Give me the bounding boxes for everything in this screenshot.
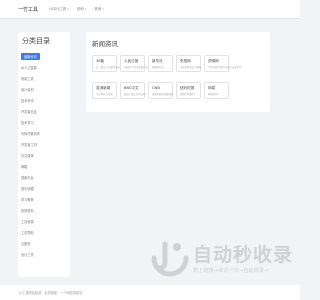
- card-title: 36氪: [96, 59, 105, 63]
- card-desc: 美国有线电视新闻网: [152, 93, 174, 96]
- sidebar-item-label: 开发者工具: [21, 143, 37, 147]
- sidebar-item-education[interactable]: 学习教育: [18, 194, 70, 205]
- card-title: BBC中文: [124, 86, 139, 90]
- nav-link-label: UEDQ工具: [49, 6, 67, 11]
- sidebar-item-label: 开发者社区: [21, 110, 37, 114]
- sidebar-item-label: 技术资讯: [21, 99, 34, 103]
- watermark-logo-icon: [151, 241, 189, 277]
- nav-link-other-2[interactable]: 其他 ▾: [94, 7, 104, 12]
- sidebar-item-label: 技术学习: [21, 121, 34, 125]
- card-title: 新华社: [152, 59, 163, 63]
- watermark-badge: 自动秒收录 数上链接→来访一次→自动收录→: [150, 238, 295, 280]
- site-card[interactable]: 央视网 中央电视台官方网站: [176, 55, 202, 72]
- footer: 以工具网站精选 · 友情链接 · 一个网站导航站: [0, 285, 300, 300]
- sidebar-title: 分类目录: [22, 37, 50, 45]
- site-brand[interactable]: 一竹工具: [18, 6, 38, 13]
- card-desc: 英国广播公司中文网: [124, 93, 146, 96]
- sidebar-item-label: 最新资讯: [21, 53, 40, 60]
- sidebar-item-code-hosting[interactable]: 代码托管协作: [18, 128, 70, 139]
- sidebar-item-label: 学习教育: [21, 198, 34, 202]
- section-title: 新闻资讯: [92, 40, 118, 48]
- footer-text: 以工具网站精选 · 友情链接 · 一个网站导航站: [19, 291, 83, 295]
- sidebar-item-tool-nav[interactable]: 工具导航: [18, 227, 70, 238]
- news-section: 新闻资讯 36氪 让一部分人先看到未来 人民日报 中国共产党中央委员会机关报 新…: [86, 32, 270, 112]
- card-title: 央视网: [180, 59, 191, 63]
- top-nav: UEDQ工具 ▾ 其他 ▾ 其他 ▾: [49, 7, 112, 12]
- sidebar-item-label: 视频平台: [21, 176, 34, 180]
- sidebar-item-label: 常用工具: [21, 77, 34, 81]
- sidebar-item-social-media[interactable]: 社交媒体: [18, 150, 70, 161]
- sidebar-item-design-work[interactable]: 设计工作: [18, 249, 70, 260]
- category-sidebar: 分类目录 最新资讯 AI人工智能 常用工具 设计素材 技术资讯 开发者社区 技术…: [18, 32, 70, 277]
- card-desc: 中央电视台官方网站: [180, 66, 202, 69]
- nav-link-label: 其他: [94, 6, 102, 11]
- sidebar-item-label: 设计素材: [21, 88, 34, 92]
- sidebar-item-tech-news[interactable]: 技术资讯: [18, 95, 70, 106]
- nav-link-other-1[interactable]: 其他 ▾: [77, 7, 87, 12]
- sidebar-list: 最新资讯 AI人工智能 常用工具 设计素材 技术资讯 开发者社区 技术学习 代码…: [18, 51, 70, 260]
- watermark-title: 自动秒收录: [193, 244, 294, 266]
- sidebar-item-dev-community[interactable]: 开发者社区: [18, 106, 70, 117]
- sidebar-item-label: 音乐收藏: [21, 187, 34, 191]
- sidebar-item-ai[interactable]: AI人工智能: [18, 62, 70, 73]
- sidebar-item-label: 工具导航: [21, 231, 34, 235]
- sidebar-item-news[interactable]: 最新资讯: [18, 51, 70, 62]
- site-card[interactable]: 网易 网易新闻: [204, 82, 229, 99]
- sidebar-item-label: 影视软件: [21, 209, 34, 213]
- card-title: 澎湃新闻: [96, 86, 111, 90]
- nav-link-uedq[interactable]: UEDQ工具 ▾: [49, 7, 69, 12]
- sidebar-item-label: 代码托管协作: [21, 132, 41, 136]
- card-desc: 网易新闻: [208, 93, 218, 96]
- sidebar-item-cloud[interactable]: 云服务: [18, 238, 70, 249]
- chevron-down-icon: ▾: [102, 7, 104, 11]
- sidebar-item-email[interactable]: 邮箱: [18, 161, 70, 172]
- sidebar-item-film-software[interactable]: 影视软件: [18, 205, 70, 216]
- sidebar-item-label: 工具资源: [21, 220, 34, 224]
- nav-link-label: 其他: [76, 6, 84, 11]
- watermark-subtitle: 数上链接→来访一次→自动收录→: [193, 268, 269, 274]
- site-card[interactable]: 人民日报 中国共产党中央委员会机关报: [120, 55, 155, 72]
- card-desc: 个性化商业资讯与观点交流平台: [208, 66, 242, 69]
- site-card[interactable]: 纽约时报 美国严肃报刊: [176, 82, 201, 99]
- card-desc: 让一部分人先看到未来: [96, 66, 120, 69]
- site-card[interactable]: CNN 美国有线电视新闻网: [148, 82, 174, 99]
- sidebar-item-label: 云服务: [21, 242, 31, 246]
- site-card[interactable]: 澎湃新闻 专注时政与思想: [92, 82, 117, 99]
- site-card[interactable]: 36氪 让一部分人先看到未来: [92, 55, 120, 72]
- sidebar-item-tech-learning[interactable]: 技术学习: [18, 117, 70, 128]
- sidebar-item-label: 社交媒体: [21, 154, 34, 158]
- sidebar-item-label: AI人工智能: [21, 66, 37, 70]
- sidebar-item-common-tools[interactable]: 常用工具: [18, 73, 70, 84]
- card-desc: 国家通讯社: [152, 66, 164, 69]
- card-title: 虎嗅网: [208, 59, 219, 63]
- site-card[interactable]: BBC中文 英国广播公司中文网: [120, 82, 146, 99]
- chevron-down-icon: ▾: [84, 7, 87, 11]
- sidebar-item-dev-tools[interactable]: 开发者工具: [18, 139, 70, 150]
- card-desc: 专注时政与思想: [96, 93, 113, 96]
- card-desc: 美国严肃报刊: [180, 93, 195, 96]
- sidebar-item-tool-resources[interactable]: 工具资源: [18, 216, 70, 227]
- chevron-down-icon: ▾: [67, 7, 69, 11]
- card-title: 人民日报: [124, 59, 139, 63]
- sidebar-item-label: 邮箱: [21, 165, 28, 169]
- top-navbar: 一竹工具 UEDQ工具 ▾ 其他 ▾ 其他 ▾: [0, 0, 300, 19]
- sidebar-item-music[interactable]: 音乐收藏: [18, 183, 70, 194]
- card-title: 网易: [208, 86, 216, 90]
- card-title: CNN: [152, 86, 160, 90]
- sidebar-item-label: 设计工作: [21, 253, 34, 257]
- sidebar-item-video[interactable]: 视频平台: [18, 172, 70, 183]
- site-card[interactable]: 新华社 国家通讯社: [148, 55, 173, 72]
- sidebar-item-design-assets[interactable]: 设计素材: [18, 84, 70, 95]
- site-card[interactable]: 虎嗅网 个性化商业资讯与观点交流平台: [204, 55, 241, 72]
- card-title: 纽约时报: [180, 86, 195, 90]
